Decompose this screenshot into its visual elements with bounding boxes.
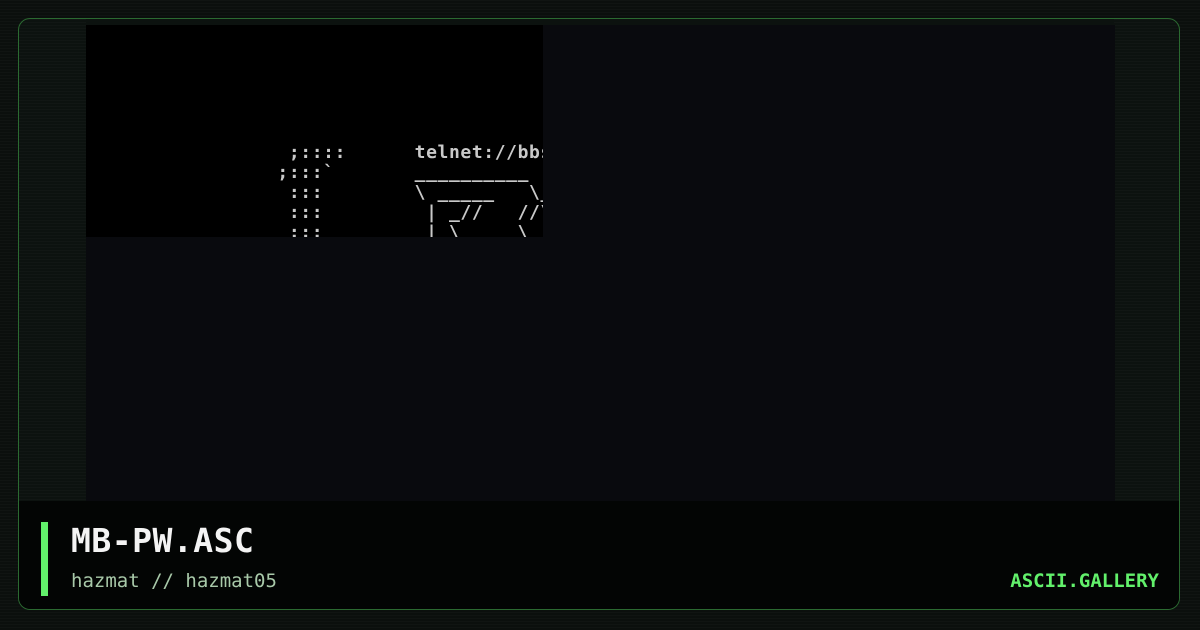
site-brand[interactable]: ASCII.GALLERY [1010,569,1159,593]
accent-stripe [41,522,48,596]
ascii-art-line: ::: | \ \ [288,222,530,238]
ascii-art-line: ;:::` __________ [277,162,530,183]
ascii-art-text: ;:::: telnet://bbs. ;:::` __________ :::… [266,142,543,238]
ascii-art-line: ;:::: telnet://bbs. [288,142,543,163]
ascii-art-line: ::: | _// //\ [288,202,543,223]
artwork-viewer: ;:::: telnet://bbs. ;:::` __________ :::… [86,25,1115,501]
artwork-title: MB-PW.ASC [71,521,255,560]
ascii-art-line: ::: \ _____ \__ [288,182,543,203]
caption-bar: MB-PW.ASC hazmat // hazmat05 ASCII.GALLE… [19,501,1179,609]
ansi-art-canvas: ;:::: telnet://bbs. ;:::` __________ :::… [86,25,543,237]
preview-card: ;:::: telnet://bbs. ;:::` __________ :::… [18,18,1180,610]
author-line: hazmat // hazmat05 [71,570,277,592]
